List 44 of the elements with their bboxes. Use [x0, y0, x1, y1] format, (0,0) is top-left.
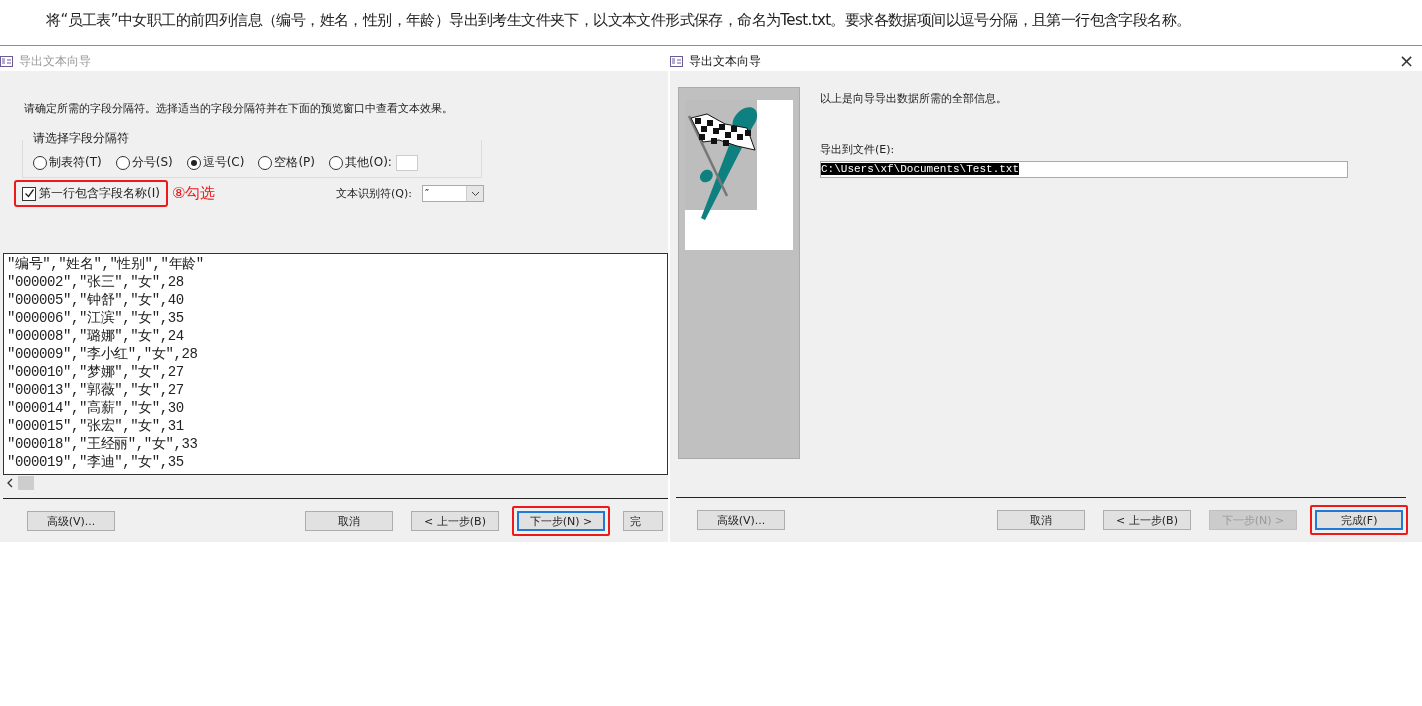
- preview-line: ″000005″,″钟舒″,″女″,40: [7, 291, 185, 309]
- scroll-thumb[interactable]: [18, 476, 34, 490]
- preview-line: ″000008″,″璐娜″,″女″,24: [7, 327, 185, 345]
- qualifier-label: 文本识别符(Q):: [336, 186, 412, 201]
- annotation-text: ⑧勾选: [171, 184, 216, 203]
- scroll-left-icon[interactable]: [6, 478, 14, 488]
- preview-line: ″000013″,″郭薇″,″女″,27: [7, 381, 185, 399]
- radio-option[interactable]: 制表符(T): [33, 154, 102, 171]
- preview-line: ″000014″,″高薪″,″女″,30: [7, 399, 185, 417]
- file-path-field[interactable]: C:\Users\xf\Documents\Test.txt: [820, 161, 1348, 178]
- dialog-button[interactable]: 高级(V)...: [27, 511, 115, 531]
- dialog-button[interactable]: < 上一步(B): [1103, 510, 1191, 530]
- preview-line: ″000019″,″李迪″,″女″,35: [7, 453, 185, 471]
- preview-line: ″000006″,″江滨″,″女″,35: [7, 309, 185, 327]
- group-legend: 请选择字段分隔符: [31, 130, 131, 147]
- instruction-text: 将“员工表”中女职工的前四列信息（编号，姓名，性别，年龄）导出到考生文件夹下，以文本文件形式保存，命名为Test.txt。要求各数据项间以逗号分隔，且第一行包含字段名称。: [46, 11, 1191, 29]
- radio-option[interactable]: 其他(O):: [329, 154, 392, 171]
- preview-line: ″000015″,″张宏″,″女″,31: [7, 417, 185, 435]
- window-title: 导出文本向导: [19, 52, 91, 70]
- checkmark-icon: [23, 188, 35, 199]
- dialog-button[interactable]: 完成(F): [1315, 510, 1403, 530]
- description-text: 请确定所需的字段分隔符。选择适当的字段分隔符并在下面的预览窗口中查看文本效果。: [24, 101, 454, 116]
- file-label: 导出到文件(E):: [820, 142, 896, 157]
- dialog-button[interactable]: 取消: [305, 511, 393, 531]
- dialog-button[interactable]: 高级(V)...: [697, 510, 785, 530]
- window-title: 导出文本向导: [689, 52, 761, 70]
- summary-text: 以上是向导导出数据所需的全部信息。: [820, 91, 1008, 106]
- dialog-button[interactable]: < 上一步(B): [411, 511, 499, 531]
- dialog-button[interactable]: 取消: [997, 510, 1085, 530]
- preview-line: ″000010″,″梦娜″,″女″,27: [7, 363, 185, 381]
- preview-line: ″000002″,″张三″,″女″,28: [7, 273, 185, 291]
- dialog-button[interactable]: 下一步(N) >: [517, 511, 605, 531]
- close-button[interactable]: ×: [1390, 52, 1422, 70]
- dialog-button[interactable]: 完: [623, 511, 663, 531]
- preview-line: ″000018″,″王经丽″,″女″,33: [7, 435, 199, 453]
- radio-option[interactable]: 空格(P): [258, 154, 316, 171]
- radio-option[interactable]: 分号(S): [115, 154, 173, 171]
- qualifier-dropdown[interactable]: ″: [422, 185, 484, 202]
- other-input-field[interactable]: [395, 154, 418, 171]
- preview-line: ″编号″,″姓名″,″性别″,″年龄″: [7, 255, 205, 273]
- radio-option[interactable]: 逗号(C): [186, 154, 245, 171]
- header-checkbox[interactable]: 第一行包含字段名称(I): [22, 185, 160, 202]
- preview-line: ″000009″,″李小红″,″女″,28: [7, 345, 199, 363]
- caret-icon: [470, 190, 480, 197]
